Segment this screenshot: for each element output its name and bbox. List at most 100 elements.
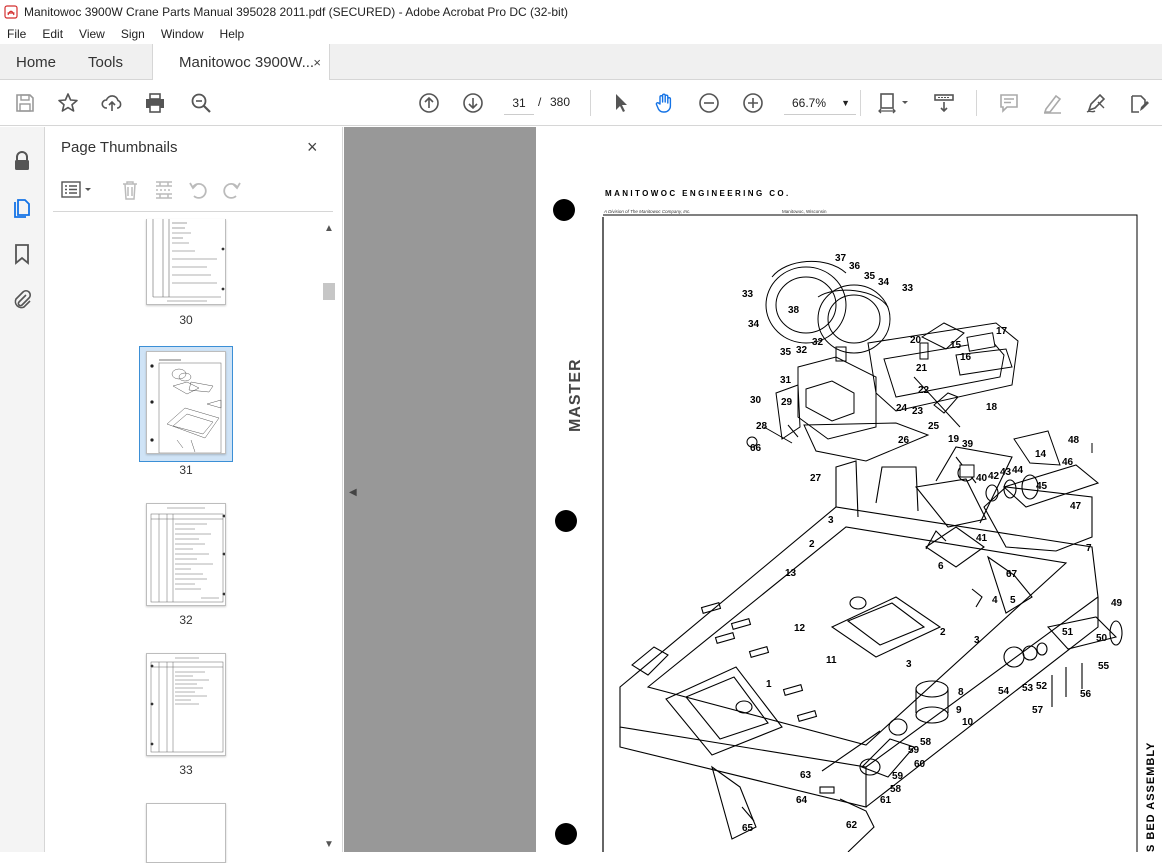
callout-21: 21	[916, 363, 928, 374]
callout-28: 28	[756, 421, 768, 432]
options-menu-icon[interactable]	[61, 180, 95, 200]
callout-18: 18	[986, 402, 998, 413]
scroll-down-arrow-icon[interactable]: ▼	[324, 839, 334, 850]
callout-56: 56	[1080, 689, 1092, 700]
page-separator: /	[538, 95, 542, 109]
thumbnail-page-33[interactable]	[146, 653, 226, 756]
callout-44: 44	[1012, 465, 1024, 476]
callout-38: 38	[788, 305, 800, 316]
zoom-level-select[interactable]: 66.7% ▼	[784, 91, 856, 115]
thumbnail-label: 30	[179, 313, 193, 327]
callout-27: 27	[810, 473, 822, 484]
page-total: 380	[550, 95, 571, 109]
window-title: Manitowoc 3900W Crane Parts Manual 39502…	[24, 5, 569, 19]
callout-26: 26	[898, 435, 910, 446]
menu-window[interactable]: Window	[153, 27, 212, 41]
callout-40: 40	[976, 473, 988, 484]
callout-35: 35	[864, 271, 876, 282]
zoom-search-icon[interactable]	[189, 91, 213, 115]
attachments-icon[interactable]	[10, 287, 34, 311]
extract-pages-icon[interactable]	[153, 179, 175, 201]
thumbnail-page-31[interactable]	[146, 351, 226, 454]
print-icon[interactable]	[143, 91, 167, 115]
thumbnail-page-30[interactable]	[146, 219, 226, 305]
menu-sign[interactable]: Sign	[113, 27, 153, 41]
tab-close-icon[interactable]: ×	[313, 55, 321, 70]
thumbnail-page-32[interactable]	[146, 503, 226, 606]
scroll-up-arrow-icon[interactable]: ▲	[324, 223, 334, 234]
zoom-out-icon[interactable]	[697, 91, 721, 115]
callout-54: 54	[998, 686, 1010, 697]
callout-59: 59	[908, 745, 920, 756]
fit-page-icon[interactable]	[876, 91, 912, 115]
tab-tools[interactable]: Tools	[88, 44, 123, 80]
thumbnail-page-34[interactable]	[146, 803, 226, 863]
rotate-left-icon[interactable]	[187, 179, 209, 201]
callout-41: 41	[976, 533, 988, 544]
page-number-input[interactable]: 31	[504, 91, 534, 115]
bookmark-star-icon[interactable]	[56, 91, 80, 115]
highlight-pen-icon[interactable]	[1040, 91, 1064, 115]
tab-document-label: Manitowoc 3900W...	[179, 54, 315, 71]
zoom-in-icon[interactable]	[741, 91, 765, 115]
menu-view[interactable]: View	[71, 27, 113, 41]
callout-59: 59	[892, 771, 904, 782]
thumbnail-content	[150, 657, 224, 753]
thumbnail-content	[152, 219, 225, 302]
bookmarks-icon[interactable]	[10, 242, 34, 266]
callout-42: 42	[988, 471, 1000, 482]
scrollbar-thumb[interactable]	[323, 283, 335, 300]
callout-65: 65	[742, 823, 754, 834]
callout-53: 53	[1022, 683, 1034, 694]
lock-icon[interactable]	[10, 149, 34, 173]
menu-file[interactable]: File	[0, 27, 34, 41]
callout-14: 14	[1035, 449, 1047, 460]
upload-icon[interactable]	[100, 91, 124, 115]
callout-23: 23	[912, 406, 924, 417]
previous-page-icon[interactable]	[417, 91, 441, 115]
hand-tool-icon[interactable]	[653, 91, 677, 115]
collapse-panel-arrow-icon[interactable]: ◀	[349, 487, 357, 498]
comment-icon[interactable]	[997, 91, 1021, 115]
callout-43: 43	[1000, 467, 1012, 478]
menu-edit[interactable]: Edit	[34, 27, 71, 41]
thumbnail-label: 31	[179, 463, 193, 477]
callout-3: 3	[974, 635, 980, 646]
menu-help[interactable]: Help	[212, 27, 253, 41]
callout-12: 12	[794, 623, 806, 634]
panel-close-icon[interactable]: ×	[307, 137, 318, 158]
upper-assembly-drawing	[746, 260, 1019, 462]
callout-7: 7	[1086, 543, 1092, 554]
rotate-right-icon[interactable]	[221, 179, 243, 201]
callout-2: 2	[940, 627, 946, 638]
page-thumbnails-icon[interactable]	[10, 195, 34, 219]
pdf-page[interactable]: MANITOWOC ENGINEERING CO. A Division of …	[536, 127, 1162, 852]
callout-46: 46	[1062, 457, 1074, 468]
sign-pen-icon[interactable]	[1084, 91, 1108, 115]
delete-page-icon[interactable]	[119, 179, 141, 201]
callout-10: 10	[962, 717, 974, 728]
thumbnails-scrollbar[interactable]: ▲ ▼	[321, 219, 337, 852]
thumbnail-label: 32	[179, 613, 193, 627]
callout-3: 3	[906, 659, 912, 670]
tab-home[interactable]: Home	[16, 44, 56, 80]
callout-15: 15	[950, 340, 962, 351]
scroll-mode-icon[interactable]	[932, 91, 956, 115]
save-icon[interactable]	[13, 91, 37, 115]
callout-57: 57	[1032, 705, 1044, 716]
panel-title: Page Thumbnails	[61, 139, 178, 156]
callout-64: 64	[796, 795, 808, 806]
callout-63: 63	[800, 770, 812, 781]
panel-divider	[53, 211, 333, 212]
select-cursor-icon[interactable]	[609, 91, 633, 115]
edit-pdf-icon[interactable]	[1127, 91, 1151, 115]
callout-33: 33	[902, 283, 914, 294]
callout-61: 61	[880, 795, 892, 806]
callout-49: 49	[1111, 598, 1123, 609]
next-page-icon[interactable]	[461, 91, 485, 115]
callout-24: 24	[896, 403, 908, 414]
tab-document[interactable]: Manitowoc 3900W... ×	[152, 44, 330, 81]
callout-13: 13	[785, 568, 797, 579]
callout-5: 5	[1010, 595, 1016, 606]
callout-8: 8	[958, 687, 964, 698]
